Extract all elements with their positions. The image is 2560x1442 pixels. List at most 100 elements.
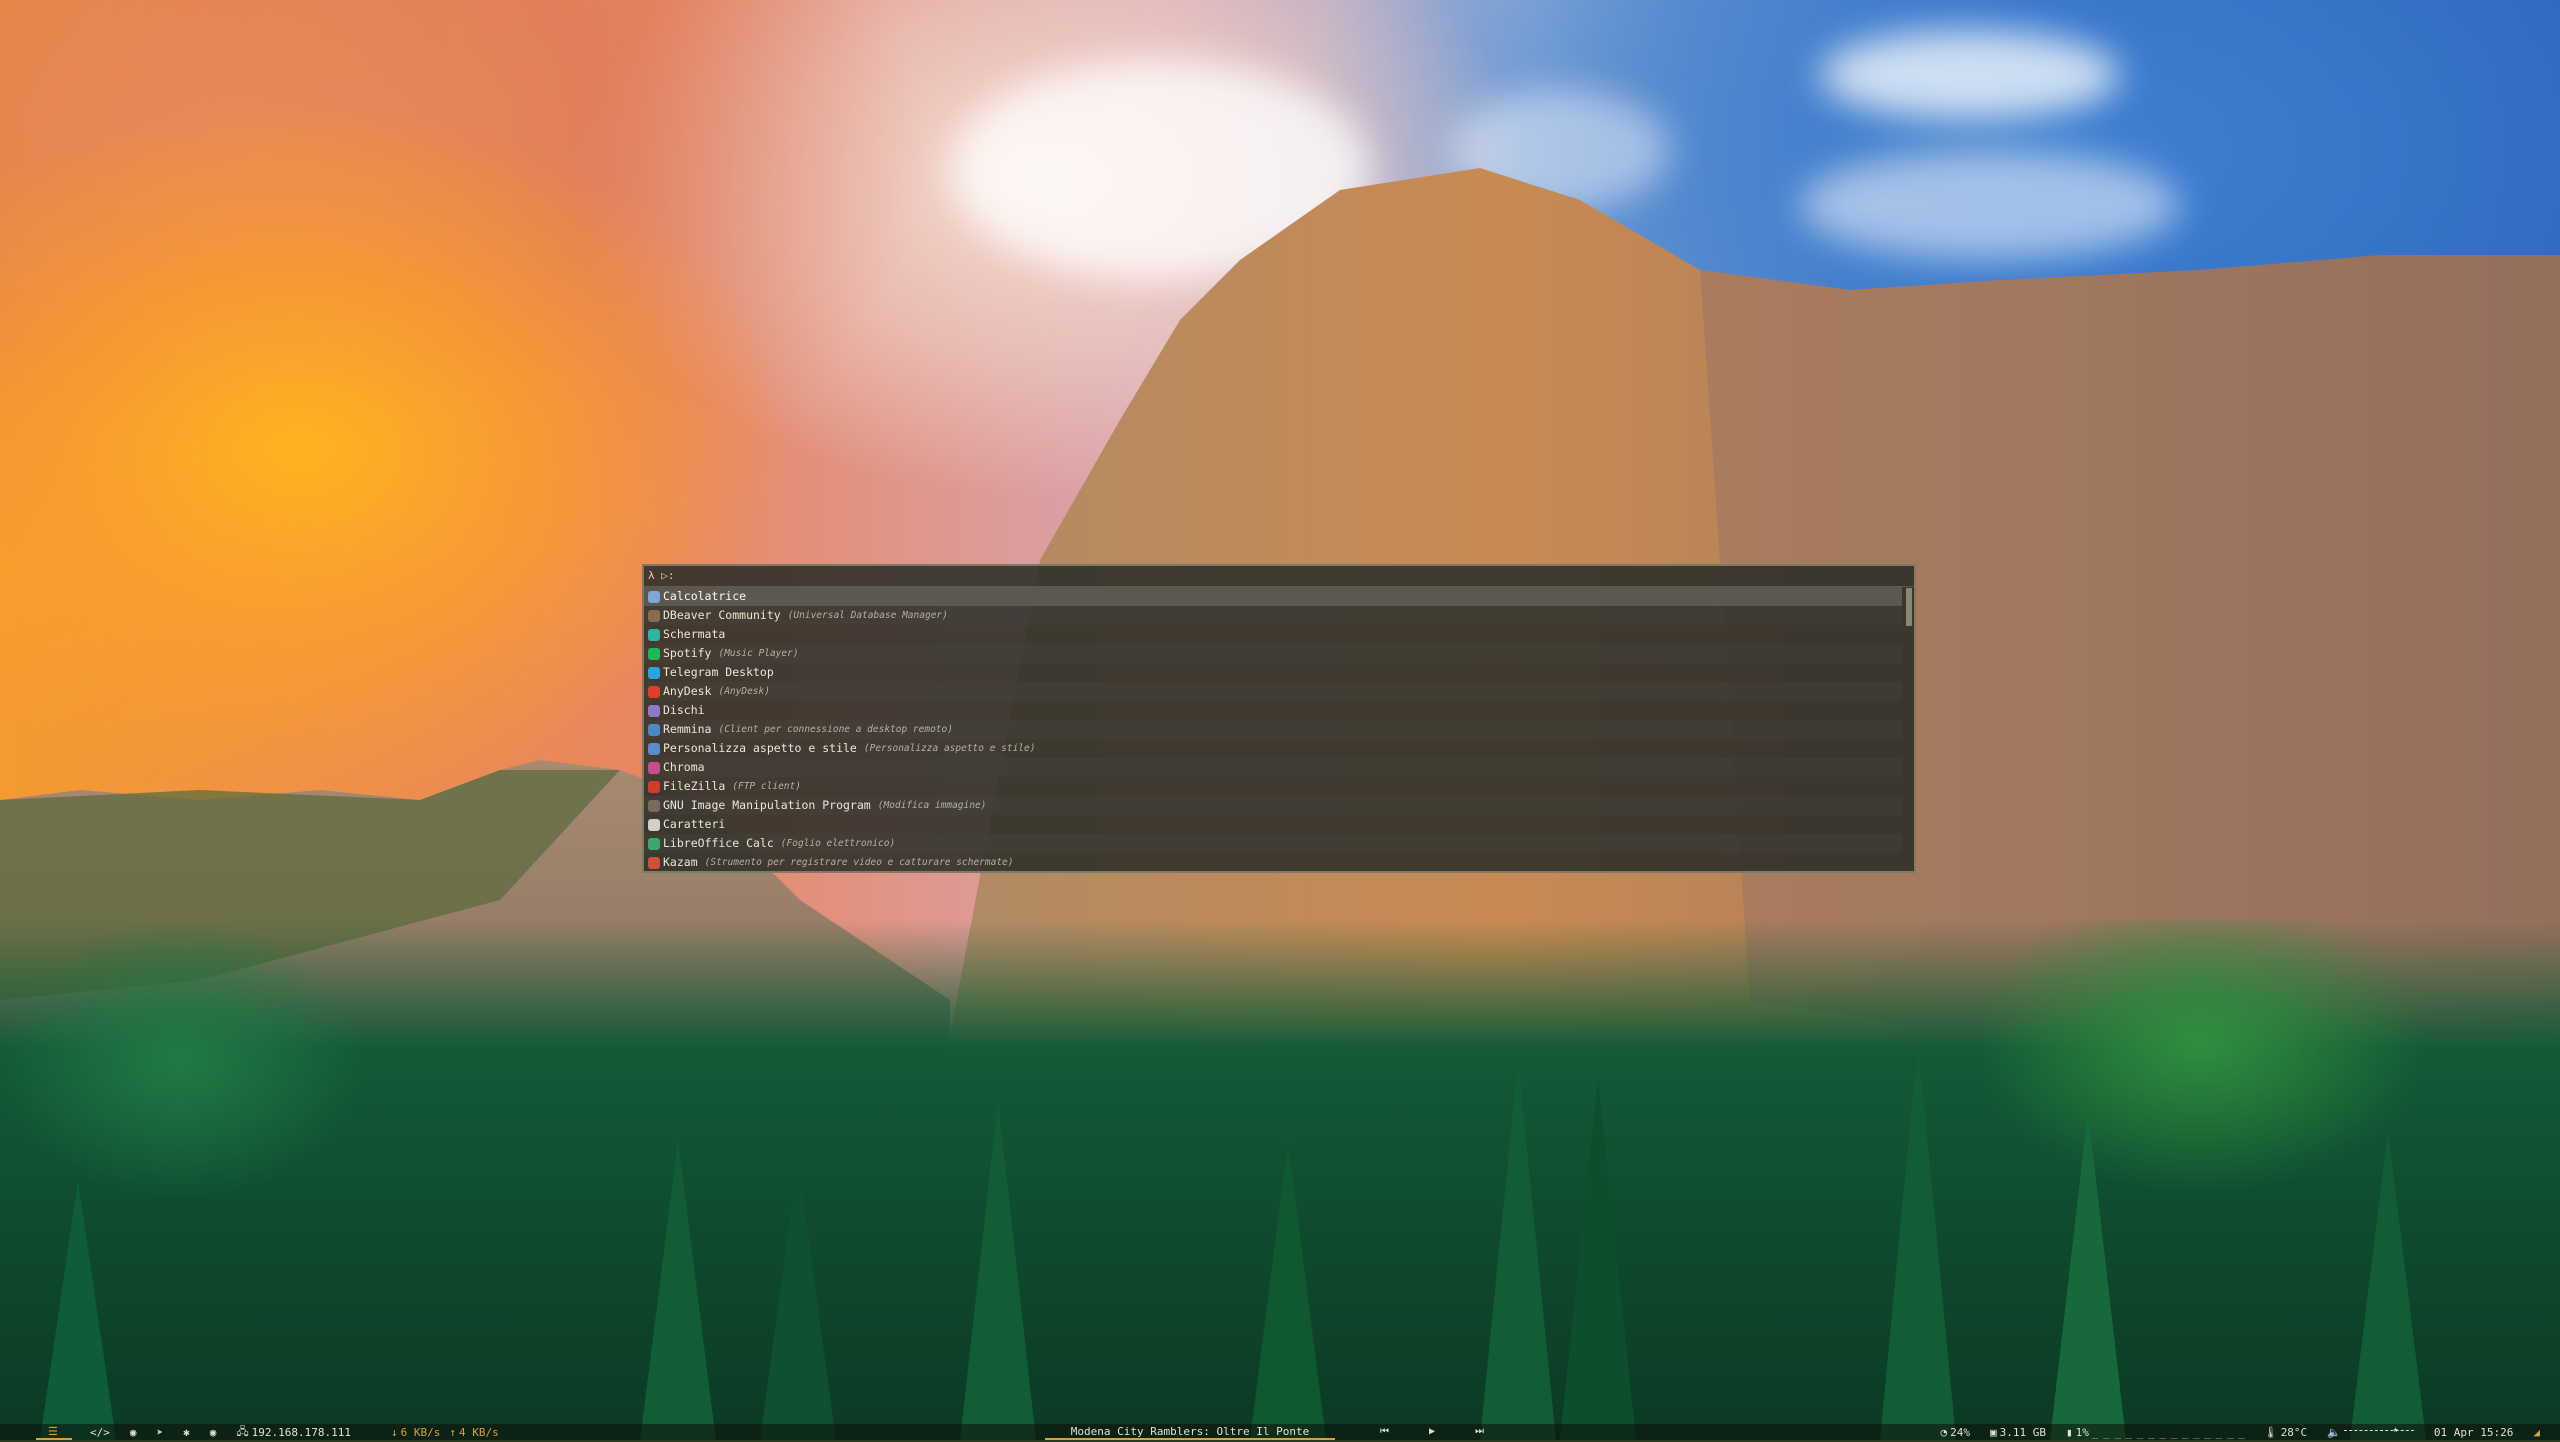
spotify-tray-icon[interactable]: ◉ — [200, 1426, 227, 1439]
temperature-value: 28°C — [2280, 1425, 2308, 1439]
launcher-item-label: Personalizza aspetto e stile — [663, 741, 857, 755]
kazam-icon — [648, 856, 660, 869]
chroma-icon — [648, 761, 660, 774]
network-speed: ↓ 6 KB/s ↑ 4 KB/s — [381, 1426, 509, 1439]
launcher-item-description: (AnyDesk) — [718, 686, 770, 697]
tree — [1560, 1080, 1636, 1440]
media-controls: ⏮ ▶ ⏭ — [1380, 1424, 1484, 1440]
network-ip: 🖧 192.168.178.111 — [226, 1423, 361, 1442]
clock: 01 Apr 15:26 — [2424, 1426, 2523, 1439]
thermometer-icon: 🌡 — [2263, 1425, 2278, 1439]
volume-knob[interactable]: ★ — [2393, 1425, 2398, 1435]
disk-icon: ▮ — [2066, 1425, 2073, 1439]
launcher-item-label: Dischi — [663, 703, 705, 717]
memory-value: 3.11 GB — [1999, 1425, 2047, 1439]
launcher-item-label: Schermata — [663, 627, 726, 641]
download-speed: 6 KB/s — [400, 1425, 441, 1439]
launcher-item-label: FileZilla — [663, 779, 726, 793]
launcher-item[interactable]: GNU Image Manipulation Program (Modifica … — [644, 796, 1902, 815]
launcher-item-label: Telegram Desktop — [663, 665, 774, 679]
launcher-item-description: (Music Player) — [718, 648, 799, 659]
disk-usage: ▮ 1% _ _ _ _ _ _ _ _ _ _ _ _ _ _ — [2056, 1426, 2254, 1439]
code-icon[interactable]: </> — [80, 1426, 120, 1439]
fonts-icon — [648, 818, 660, 831]
launcher-item-description: (FTP client) — [732, 781, 801, 792]
launcher-item[interactable]: AnyDesk (AnyDesk) — [644, 682, 1902, 701]
settings-icon[interactable]: ✱ — [173, 1426, 200, 1439]
launcher-item[interactable]: Telegram Desktop — [644, 663, 1902, 682]
launcher-search-input[interactable] — [680, 568, 1914, 584]
launcher-item[interactable]: Dischi — [644, 701, 1902, 720]
network-status-icon[interactable]: ◢ — [2523, 1426, 2550, 1439]
launcher-item[interactable]: Remmina (Client per connessione a desktop… — [644, 720, 1902, 739]
tree — [960, 1100, 1036, 1440]
filezilla-icon — [648, 780, 660, 793]
temperature: 🌡 28°C — [2254, 1426, 2317, 1439]
launcher-item[interactable]: Spotify (Music Player) — [644, 644, 1902, 663]
play-icon[interactable]: ▶ — [1429, 1424, 1435, 1440]
launcher-item[interactable]: LibreOffice Calc (Foglio elettronico) — [644, 834, 1902, 853]
launcher-item-description: (Client per connessione a desktop remoto… — [718, 724, 953, 735]
tree — [40, 1180, 116, 1440]
launcher-item[interactable]: Kazam (Strumento per registrare video e c… — [644, 853, 1902, 872]
launcher-item-label: Chroma — [663, 760, 705, 774]
cpu-value: 24% — [1950, 1425, 1971, 1439]
status-bar: ☰ </> ◉ ➤ ✱ ◉ 🖧 192.168.178.111 ↓ 6 KB/s… — [0, 1424, 2560, 1440]
launcher-results-list: Calcolatrice DBeaver Community (Universal … — [644, 587, 1914, 872]
next-track-icon[interactable]: ⏭ — [1475, 1424, 1484, 1440]
launcher-item-label: DBeaver Community — [663, 608, 781, 622]
tree — [1250, 1140, 1326, 1440]
launcher-item-label: GNU Image Manipulation Program — [663, 798, 871, 812]
launcher-item-label: Kazam — [663, 855, 698, 869]
launcher-item-label: Calcolatrice — [663, 589, 747, 603]
download-icon: ↓ — [390, 1425, 398, 1439]
launcher-item[interactable]: Chroma — [644, 758, 1902, 777]
remmina-icon — [648, 723, 660, 736]
app-launcher: λ ▷: Calcolatrice DBeaver Community (Unive… — [642, 564, 1916, 873]
memory-icon: ▣ — [1990, 1425, 1997, 1439]
libreoffice-calc-icon — [648, 837, 660, 850]
speaker-icon: 🔈 — [2327, 1425, 2341, 1439]
tree — [2350, 1130, 2426, 1440]
launcher-item-label: Caratteri — [663, 817, 726, 831]
launcher-item-label: Remmina — [663, 722, 712, 736]
tree — [1880, 1040, 1956, 1440]
memory-usage: ▣ 3.11 GB — [1980, 1426, 2056, 1439]
volume[interactable]: 🔈 ★ — [2317, 1425, 2424, 1439]
launcher-item-label: AnyDesk — [663, 684, 712, 698]
ethernet-icon: 🖧 — [236, 1424, 249, 1438]
launcher-item[interactable]: FileZilla (FTP client) — [644, 777, 1902, 796]
telegram-tray-icon[interactable]: ➤ — [147, 1426, 174, 1439]
chrome-icon[interactable]: ◉ — [120, 1426, 147, 1439]
appearance-icon — [648, 742, 660, 755]
workspace-indicator[interactable]: ☰ — [36, 1424, 72, 1440]
launcher-item[interactable]: Caratteri — [644, 815, 1902, 834]
cpu-icon: ◔ — [1940, 1425, 1948, 1439]
launcher-item[interactable]: Schermata — [644, 625, 1902, 644]
previous-track-icon[interactable]: ⏮ — [1380, 1424, 1389, 1440]
tray-right: ◔ 24% ▣ 3.11 GB ▮ 1% _ _ _ _ _ _ _ _ _ _… — [1931, 1424, 2550, 1440]
launcher-item-description: (Universal Database Manager) — [787, 610, 948, 621]
datetime-value: 01 Apr 15:26 — [2433, 1425, 2514, 1439]
volume-slider[interactable]: ★ — [2343, 1425, 2414, 1435]
tray-left: </> ◉ ➤ ✱ ◉ 🖧 192.168.178.111 ↓ 6 KB/s ↑… — [80, 1424, 509, 1440]
prompt-glyph: λ ▷: — [648, 569, 675, 582]
launcher-item[interactable]: Calcolatrice — [644, 587, 1902, 606]
launcher-item-description: (Foglio elettronico) — [780, 838, 896, 849]
forest — [0, 920, 2560, 1440]
ip-address: 192.168.178.111 — [251, 1425, 351, 1439]
now-playing-title: Modena City Ramblers: Oltre Il Ponte — [1070, 1425, 1310, 1438]
launcher-item-label: Spotify — [663, 646, 712, 660]
launcher-item[interactable]: Personalizza aspetto e stile (Personalizz… — [644, 739, 1902, 758]
calculator-icon — [648, 590, 660, 603]
launcher-scrollbar[interactable] — [1906, 588, 1912, 626]
launcher-item[interactable]: DBeaver Community (Universal Database Man… — [644, 606, 1902, 625]
launcher-item-description: (Personalizza aspetto e stile) — [863, 743, 1036, 754]
upload-speed: 4 KB/s — [458, 1425, 499, 1439]
screenshot-icon — [648, 628, 660, 641]
upload-icon: ↑ — [449, 1425, 456, 1439]
now-playing[interactable]: Modena City Ramblers: Oltre Il Ponte — [1045, 1424, 1335, 1440]
disk-value: 1% — [2075, 1425, 2089, 1439]
launcher-prompt: λ ▷: — [644, 566, 1914, 587]
anydesk-icon — [648, 685, 660, 698]
